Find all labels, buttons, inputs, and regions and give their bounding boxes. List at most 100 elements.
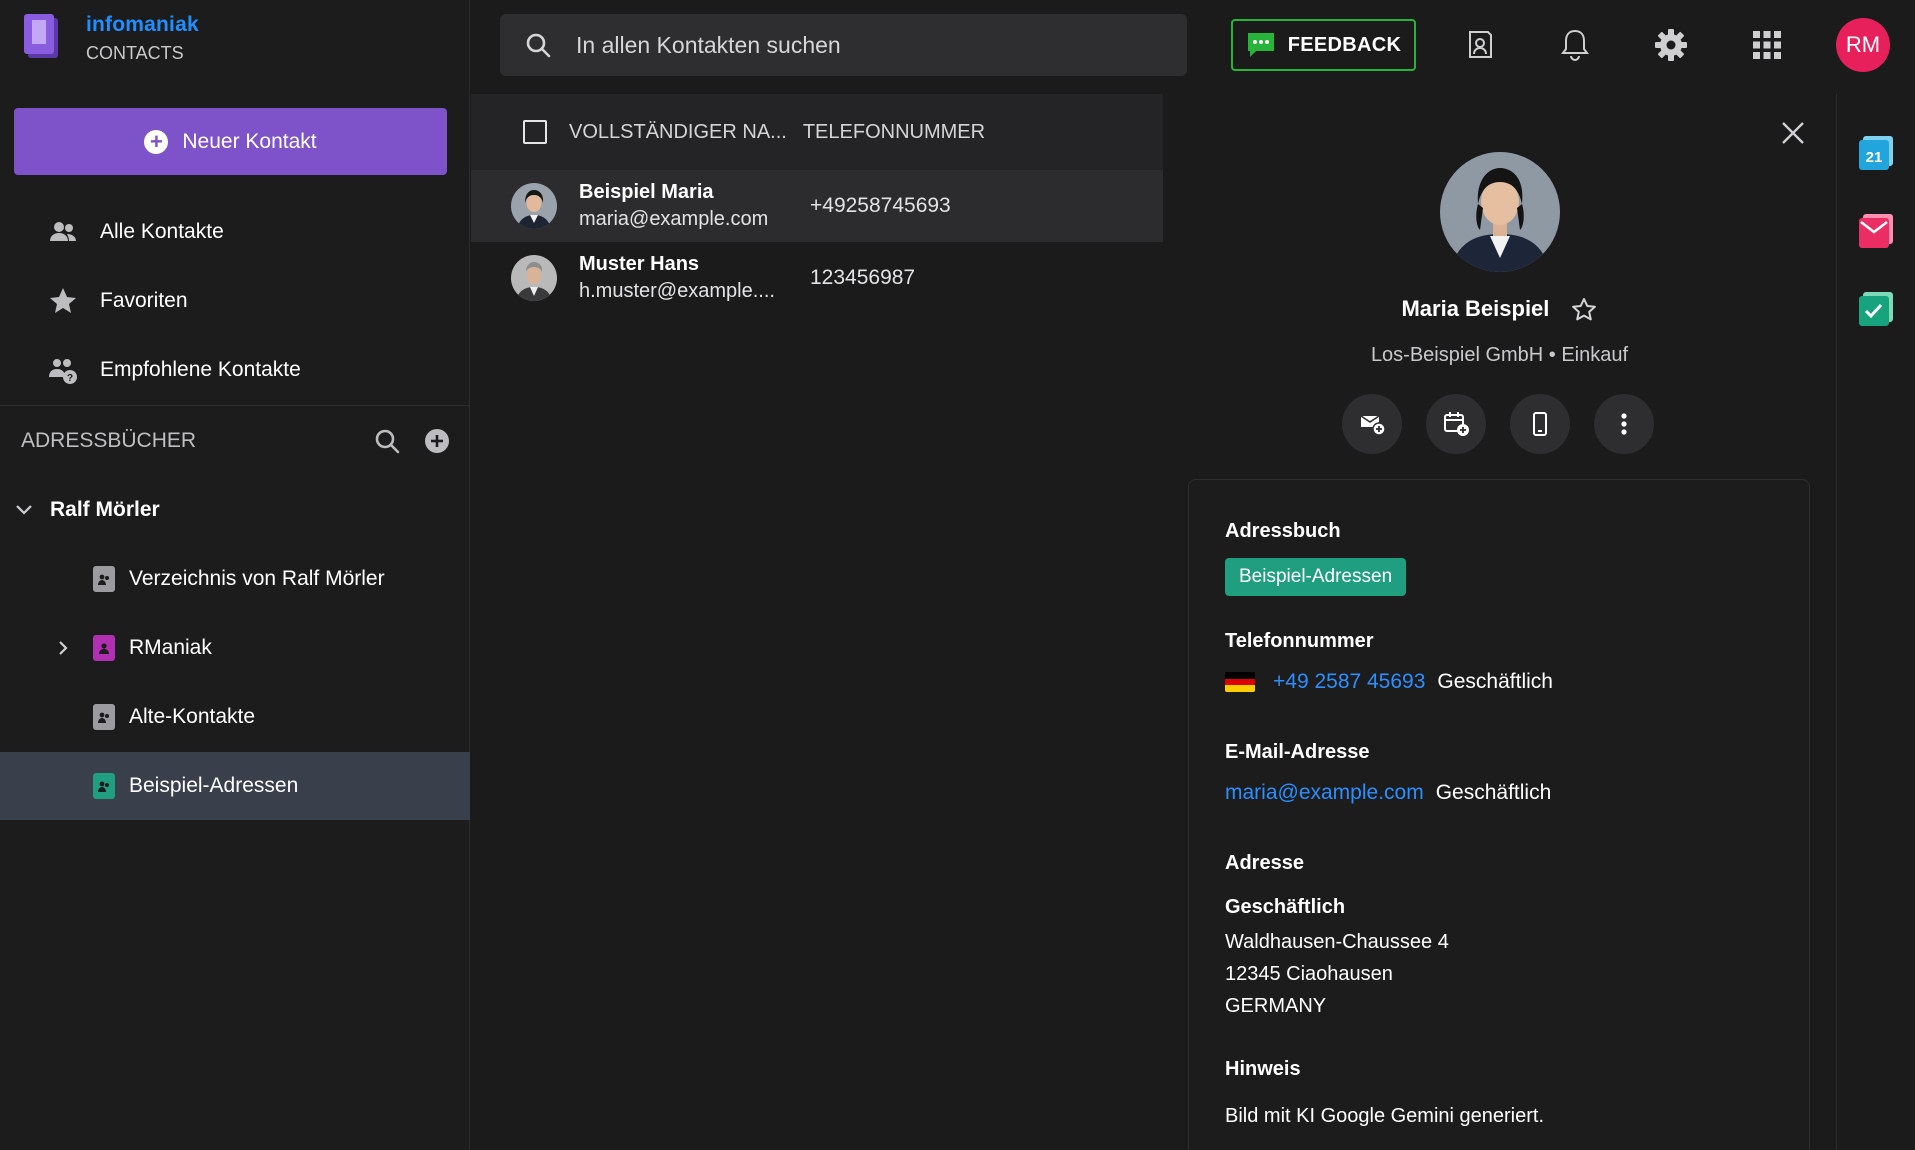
tasks-app-icon[interactable] — [1857, 290, 1895, 328]
brand-logo[interactable]: infomaniak CONTACTS — [22, 12, 199, 64]
contact-name-text: Maria Beispiel — [1401, 296, 1550, 321]
addressbook-icon — [93, 773, 115, 799]
contact-phone: +49258745693 — [810, 194, 951, 217]
app-rail: 21 — [1836, 94, 1915, 1150]
email-type: Geschäftlich — [1435, 781, 1552, 804]
brand-name: infomaniak — [86, 12, 199, 36]
contact-name: Beispiel Maria — [579, 181, 714, 203]
gear-icon[interactable] — [1650, 24, 1692, 66]
address-country: GERMANY — [1225, 995, 1327, 1017]
send-email-button[interactable] — [1342, 394, 1402, 454]
note-label: Hinweis — [1225, 1058, 1301, 1080]
contact-full-name: Maria Beispiel — [1163, 296, 1836, 324]
more-actions-button[interactable] — [1594, 394, 1654, 454]
chevron-right-icon[interactable] — [54, 639, 72, 657]
contact-avatar — [1440, 152, 1560, 272]
star-outline-icon[interactable] — [1570, 296, 1598, 324]
search-bar[interactable] — [500, 14, 1187, 76]
nav-favorites[interactable]: Favoriten — [0, 271, 470, 331]
user-avatar[interactable]: RM — [1836, 18, 1890, 72]
new-contact-label: Neuer Kontakt — [182, 129, 317, 153]
search-input[interactable] — [576, 31, 1176, 59]
feedback-button[interactable]: FEEDBACK — [1231, 19, 1416, 71]
addressbook-label: Alte-Kontakte — [129, 705, 256, 728]
addressbook-owner-group[interactable]: Ralf Mörler — [0, 476, 470, 544]
owner-label: Ralf Mörler — [50, 498, 160, 521]
addressbook-icon — [93, 704, 115, 730]
plus-icon: + — [144, 129, 169, 154]
phone-type: Geschäftlich — [1437, 670, 1553, 693]
addressbook-icon — [93, 635, 115, 661]
addressbook-label: Adressbuch — [1225, 520, 1341, 542]
contact-list: VOLLSTÄNDIGER NA... TELEFONNUMMER Beispi… — [471, 94, 1163, 1150]
sidebar-divider — [0, 405, 470, 406]
addressbooks-title: ADRESSBÜCHER — [21, 429, 197, 452]
contact-name: Muster Hans — [579, 253, 700, 275]
addressbook-icon — [93, 566, 115, 592]
app-grid-icon[interactable] — [1746, 24, 1788, 66]
contact-email: h.muster@example.... — [579, 280, 775, 302]
address-street: Waldhausen-Chaussee 4 — [1225, 931, 1449, 953]
phone-link[interactable]: +49 2587 45693 — [1273, 670, 1425, 694]
address-type: Geschäftlich — [1225, 896, 1346, 918]
addressbook-beispiel-adressen[interactable]: Beispiel-Adressen — [0, 752, 470, 820]
select-all-checkbox[interactable] — [523, 120, 547, 144]
mobile-phone-icon — [1533, 412, 1547, 436]
email-row: maria@example.com Geschäftlich — [1225, 781, 1551, 805]
email-link[interactable]: maria@example.com — [1225, 781, 1424, 805]
email-label: E-Mail-Adresse — [1225, 741, 1370, 763]
contact-card-icon[interactable] — [1459, 24, 1501, 66]
address-label: Adresse — [1225, 852, 1304, 874]
calendar-app-icon[interactable]: 21 — [1857, 134, 1895, 172]
chevron-down-icon — [16, 505, 32, 515]
addressbooks-header: ADRESSBÜCHER — [21, 420, 451, 462]
mail-app-icon[interactable] — [1857, 212, 1895, 250]
addressbook-label: RManiak — [129, 636, 212, 659]
contact-actions — [1342, 394, 1654, 454]
close-icon[interactable] — [1778, 118, 1808, 148]
column-header-phone[interactable]: TELEFONNUMMER — [803, 121, 985, 144]
addressbook-alte-kontakte[interactable]: Alte-Kontakte — [0, 683, 470, 751]
addressbook-chip[interactable]: Beispiel-Adressen — [1225, 558, 1407, 596]
feedback-label: FEEDBACK — [1287, 33, 1402, 56]
svg-text:21: 21 — [1866, 149, 1883, 166]
people-icon — [50, 222, 76, 241]
sidebar: infomaniak CONTACTS + Neuer Kontakt Alle… — [0, 0, 470, 1150]
mail-add-icon — [1360, 415, 1386, 436]
contact-phone: 123456987 — [810, 266, 916, 289]
nav-label: Favoriten — [100, 289, 188, 312]
suggested-people-icon: ? — [49, 359, 77, 384]
nav-suggested-contacts[interactable]: ? Empfohlene Kontakte — [0, 340, 470, 400]
nav-label: Alle Kontakte — [100, 220, 224, 243]
addressbook-rmaniak[interactable]: RManiak — [0, 614, 470, 682]
contact-photo — [511, 255, 557, 301]
table-row[interactable]: Muster Hans h.muster@example.... 1234569… — [471, 242, 1163, 314]
contact-organization: Los-Beispiel GmbH • Einkauf — [1370, 344, 1629, 366]
svg-text:?: ? — [67, 373, 73, 384]
add-circle-icon[interactable] — [423, 427, 451, 455]
germany-flag-icon — [1225, 672, 1255, 692]
contacts-app: infomaniak CONTACTS + Neuer Kontakt Alle… — [0, 0, 1915, 1150]
table-row[interactable]: Beispiel Maria maria@example.com +492587… — [471, 170, 1163, 242]
nav-all-contacts[interactable]: Alle Kontakte — [0, 202, 470, 262]
search-icon[interactable] — [373, 427, 401, 455]
addressbook-label: Beispiel-Adressen — [129, 774, 299, 797]
addressbook-verzeichnis[interactable]: Verzeichnis von Ralf Mörler — [0, 545, 470, 613]
contacts-logo-icon — [24, 14, 58, 58]
add-event-button[interactable] — [1426, 394, 1486, 454]
chat-bubble-icon — [1247, 33, 1274, 57]
address-city: 12345 Ciaohausen — [1225, 963, 1393, 985]
bell-icon[interactable] — [1554, 24, 1596, 66]
contact-email: maria@example.com — [579, 208, 769, 230]
nav-label: Empfohlene Kontakte — [100, 358, 301, 381]
column-header-name[interactable]: VOLLSTÄNDIGER NA... — [569, 121, 787, 144]
contact-photo — [511, 183, 557, 229]
call-button[interactable] — [1510, 394, 1570, 454]
contact-info-card: Adressbuch Beispiel-Adressen Telefonnumm… — [1188, 479, 1810, 1150]
contact-detail: Maria Beispiel Los-Beispiel GmbH • Einka… — [1163, 94, 1836, 1150]
new-contact-button[interactable]: + Neuer Kontakt — [14, 108, 447, 175]
list-header: VOLLSTÄNDIGER NA... TELEFONNUMMER — [471, 94, 1163, 170]
search-icon — [526, 33, 551, 58]
user-initials: RM — [1845, 32, 1881, 57]
note-text: Bild mit KI Google Gemini generiert. — [1225, 1105, 1545, 1127]
